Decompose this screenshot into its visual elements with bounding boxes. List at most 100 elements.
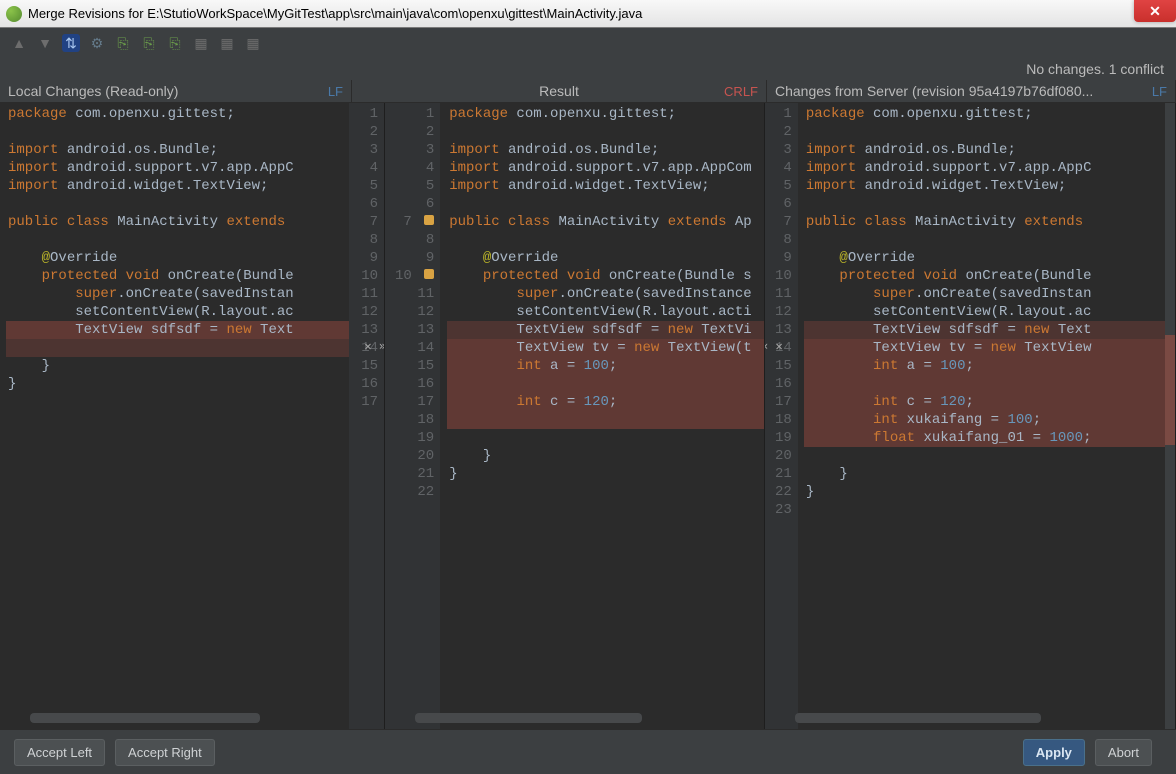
- code-line: int c = 120;: [447, 393, 764, 411]
- app-icon: [6, 6, 22, 22]
- line-number: 12: [775, 303, 792, 321]
- code-line: }: [804, 465, 1175, 483]
- code-line: super.onCreate(savedInstance: [447, 285, 764, 303]
- code-line: package com.openxu.gittest;: [447, 105, 764, 123]
- line-number: 7: [775, 213, 792, 231]
- line-number: 22: [395, 483, 434, 501]
- accept-left-button[interactable]: Accept Left: [14, 739, 105, 766]
- window-title: Merge Revisions for E:\StutioWorkSpace\M…: [28, 6, 642, 21]
- left-line-separator[interactable]: LF: [328, 84, 343, 99]
- code-line: @Override: [804, 249, 1175, 267]
- line-number: 3: [395, 141, 434, 159]
- line-number: 7: [359, 213, 378, 231]
- code-line: }: [447, 447, 764, 465]
- code-line: }: [804, 483, 1175, 501]
- line-number: 22: [775, 483, 792, 501]
- line-number: 10: [359, 267, 378, 285]
- merge-actions-right[interactable]: « ✕: [765, 339, 783, 353]
- line-number: 3: [775, 141, 792, 159]
- left-pane: package com.openxu.gittest;import androi…: [0, 103, 385, 729]
- line-number: 12: [395, 303, 434, 321]
- line-number: 2: [359, 123, 378, 141]
- prev-diff-icon[interactable]: ▲: [10, 34, 28, 52]
- line-number: 4: [775, 159, 792, 177]
- right-pane-header: Changes from Server (revision 95a4197b76…: [767, 80, 1176, 102]
- code-line: TextView tv = new TextView(t: [447, 339, 764, 357]
- line-number: 5: [775, 177, 792, 195]
- line-number: 6: [395, 195, 434, 213]
- line-number: 17: [359, 393, 378, 411]
- left-pane-title: Local Changes (Read-only): [8, 83, 178, 99]
- pane-headers: Local Changes (Read-only) LF Result CRLF…: [0, 80, 1176, 102]
- line-number: 2: [775, 123, 792, 141]
- code-line: [6, 339, 349, 357]
- line-number: 1: [395, 105, 434, 123]
- mid-line-separator[interactable]: CRLF: [724, 84, 758, 99]
- status-line: No changes. 1 conflict: [0, 58, 1176, 80]
- merge-actions-left[interactable]: ✕ »: [364, 339, 385, 353]
- code-line: int c = 120;: [804, 393, 1175, 411]
- line-number: 11: [395, 285, 434, 303]
- footer-bar: Accept Left Accept Right Apply Abort: [0, 730, 1176, 774]
- code-line: protected void onCreate(Bundle: [804, 267, 1175, 285]
- code-line: import android.support.v7.app.AppCom: [447, 159, 764, 177]
- line-number: 9: [359, 249, 378, 267]
- mid-hscroll[interactable]: [415, 713, 642, 723]
- apply-left-icon[interactable]: ⎘: [140, 34, 158, 52]
- close-button[interactable]: ✕: [1134, 0, 1176, 22]
- line-number: 10: [395, 267, 434, 285]
- code-line: }: [447, 465, 764, 483]
- code-line: [804, 195, 1175, 213]
- apply-right-icon[interactable]: ⎘: [166, 34, 184, 52]
- line-number: 4: [395, 159, 434, 177]
- line-number: 20: [775, 447, 792, 465]
- line-number: 17: [775, 393, 792, 411]
- code-line: import android.widget.TextView;: [447, 177, 764, 195]
- line-number: 10: [775, 267, 792, 285]
- line-number: 19: [775, 429, 792, 447]
- right-hscroll[interactable]: [795, 713, 1041, 723]
- right-line-separator[interactable]: LF: [1152, 84, 1167, 99]
- mid-pane-title: Result: [360, 83, 758, 99]
- line-number: 9: [775, 249, 792, 267]
- tool-icon-3[interactable]: ▦: [244, 34, 262, 52]
- line-number: 12: [359, 303, 378, 321]
- line-number: 3: [359, 141, 378, 159]
- apply-button[interactable]: Apply: [1023, 739, 1085, 766]
- code-line: [447, 375, 764, 393]
- line-number: 6: [775, 195, 792, 213]
- code-line: [447, 429, 764, 447]
- code-line: setContentView(R.layout.acti: [447, 303, 764, 321]
- right-pane: 1234567891011121314151617181920212223 pa…: [765, 103, 1176, 729]
- apply-nonconflict-icon[interactable]: ⎘: [114, 34, 132, 52]
- code-line: TextView sdfsdf = new TextVi: [447, 321, 764, 339]
- sync-scroll-icon[interactable]: ⇅: [62, 34, 80, 52]
- right-error-stripe[interactable]: [1165, 103, 1175, 729]
- code-line: [447, 123, 764, 141]
- line-number: 14: [395, 339, 434, 357]
- settings-gear-icon[interactable]: ⚙: [88, 34, 106, 52]
- left-hscroll[interactable]: [30, 713, 260, 723]
- code-line: int a = 100;: [447, 357, 764, 375]
- abort-button[interactable]: Abort: [1095, 739, 1152, 766]
- line-number: 23: [775, 501, 792, 519]
- code-line: import android.support.v7.app.AppC: [6, 159, 349, 177]
- tool-icon-2[interactable]: ▦: [218, 34, 236, 52]
- next-diff-icon[interactable]: ▼: [36, 34, 54, 52]
- code-line: setContentView(R.layout.ac: [6, 303, 349, 321]
- tool-icon-1[interactable]: ▦: [192, 34, 210, 52]
- line-number: 5: [395, 177, 434, 195]
- code-line: import android.support.v7.app.AppC: [804, 159, 1175, 177]
- line-number: 11: [775, 285, 792, 303]
- code-line: [447, 195, 764, 213]
- line-number: 8: [359, 231, 378, 249]
- line-number: 21: [775, 465, 792, 483]
- code-line: TextView sdfsdf = new Text: [804, 321, 1175, 339]
- mid-editor[interactable]: package com.openxu.gittest; import androi…: [441, 103, 764, 729]
- line-number: 1: [775, 105, 792, 123]
- line-number: 2: [395, 123, 434, 141]
- line-number: 13: [395, 321, 434, 339]
- accept-right-button[interactable]: Accept Right: [115, 739, 215, 766]
- line-number: 15: [775, 357, 792, 375]
- right-gutter: 1234567891011121314151617181920212223: [765, 103, 798, 729]
